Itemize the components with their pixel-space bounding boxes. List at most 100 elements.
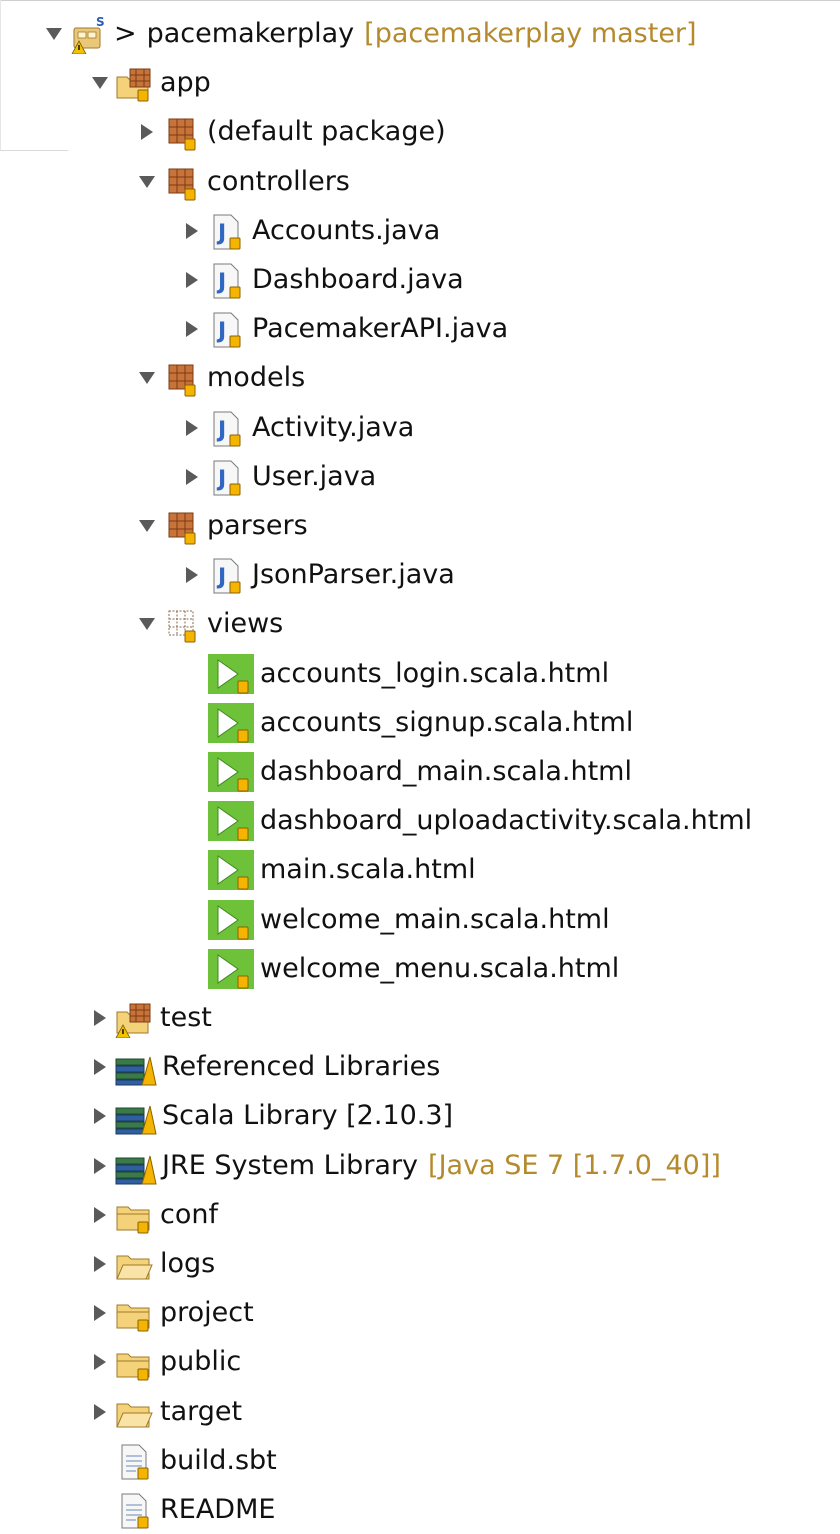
chevron-down-icon[interactable] [133, 157, 161, 206]
folder-icon [114, 1195, 154, 1235]
tree-row-template-file[interactable]: welcome_main.scala.html [180, 895, 610, 944]
tree-row-java-file[interactable]: J User.java [178, 452, 376, 501]
scala-template-icon [208, 800, 254, 841]
chevron-right-icon[interactable] [86, 1288, 114, 1337]
library-icon [114, 1146, 158, 1186]
tree-label: conf [160, 1199, 218, 1230]
tree-row-java-file[interactable]: J PacemakerAPI.java [178, 304, 508, 353]
tree-label: accounts_login.scala.html [260, 658, 610, 689]
source-folder-icon [114, 998, 154, 1038]
chevron-right-icon[interactable] [86, 1337, 114, 1386]
chevron-down-icon[interactable] [133, 353, 161, 402]
tree-label: parsers [207, 510, 308, 541]
svg-text:J: J [216, 221, 226, 246]
chevron-right-icon[interactable] [178, 550, 206, 599]
svg-text:J: J [216, 565, 226, 590]
scala-project-icon: S [68, 14, 108, 54]
chevron-right-icon[interactable] [86, 993, 114, 1042]
tree-row-java-file[interactable]: J Accounts.java [178, 206, 440, 255]
tree-row-project[interactable]: S > pacemakerplay [pacemakerplay master] [40, 9, 697, 58]
text-file-icon [114, 1490, 154, 1530]
tree-label: logs [160, 1248, 216, 1279]
tree-label: Activity.java [252, 412, 415, 443]
tree-label: views [207, 608, 284, 639]
tree-label: app [160, 67, 211, 98]
open-folder-icon [114, 1244, 154, 1284]
tree-row-file[interactable]: build.sbt [86, 1436, 277, 1485]
chevron-right-icon[interactable] [133, 107, 161, 156]
tree-label: project [160, 1297, 254, 1328]
tree-row-java-file[interactable]: J Dashboard.java [178, 255, 464, 304]
tree-row-template-file[interactable]: main.scala.html [180, 845, 476, 894]
tree-label: target [160, 1396, 243, 1427]
tree-label: Accounts.java [252, 215, 441, 246]
java-file-icon: J [206, 457, 246, 497]
tree-row-folder[interactable]: target [86, 1387, 242, 1436]
chevron-right-icon[interactable] [178, 403, 206, 452]
chevron-right-icon[interactable] [178, 255, 206, 304]
tree-row-controllers[interactable]: controllers [133, 157, 350, 206]
tree-label: User.java [252, 461, 377, 492]
chevron-right-icon[interactable] [178, 304, 206, 353]
tree-row-folder[interactable]: conf [86, 1190, 218, 1239]
chevron-down-icon[interactable] [86, 58, 114, 107]
chevron-right-icon[interactable] [86, 1141, 114, 1190]
tree-label: Dashboard.java [252, 264, 464, 295]
tree-row-template-file[interactable]: dashboard_main.scala.html [180, 747, 632, 796]
tree-label: test [160, 1002, 212, 1033]
tree-label: PacemakerAPI.java [252, 313, 509, 344]
svg-text:J: J [216, 418, 226, 443]
tree-label: welcome_main.scala.html [260, 904, 610, 935]
tree-row-template-file[interactable]: welcome_menu.scala.html [180, 944, 619, 993]
tree-row-java-file[interactable]: J JsonParser.java [178, 550, 455, 599]
chevron-right-icon[interactable] [86, 1239, 114, 1288]
tree-row-folder[interactable]: public [86, 1337, 241, 1386]
tree-label: welcome_menu.scala.html [260, 953, 620, 984]
svg-text:S: S [96, 15, 105, 29]
project-prefix: > [114, 18, 137, 49]
tree-row-views[interactable]: views [133, 599, 283, 648]
tree-row-folder[interactable]: logs [86, 1239, 215, 1288]
package-icon [161, 112, 201, 152]
chevron-right-icon[interactable] [86, 1091, 114, 1140]
tree-label: Scala Library [2.10.3] [162, 1100, 454, 1131]
scala-template-icon [208, 653, 254, 694]
tree-row-test[interactable]: test [86, 993, 212, 1042]
tree-row-jre[interactable]: JRE System Library [Java SE 7 [1.7.0_40]] [86, 1141, 721, 1190]
chevron-down-icon[interactable] [40, 9, 68, 58]
tree-row-models[interactable]: models [133, 353, 305, 402]
chevron-right-icon[interactable] [86, 1042, 114, 1091]
chevron-right-icon[interactable] [178, 206, 206, 255]
tree-label: (default package) [207, 116, 446, 147]
chevron-down-icon[interactable] [133, 599, 161, 648]
tree-row-scala-library[interactable]: Scala Library [2.10.3] [86, 1091, 453, 1140]
chevron-right-icon[interactable] [178, 452, 206, 501]
tree-label: accounts_signup.scala.html [260, 707, 634, 738]
tree-label: build.sbt [160, 1445, 277, 1476]
chevron-right-icon[interactable] [86, 1190, 114, 1239]
chevron-right-icon[interactable] [86, 1387, 114, 1436]
folder-icon [114, 1342, 154, 1382]
package-icon [161, 162, 201, 202]
tree-row-template-file[interactable]: accounts_login.scala.html [180, 649, 609, 698]
tree-row-app[interactable]: app [86, 58, 211, 107]
tree-row-parsers[interactable]: parsers [133, 501, 308, 550]
scala-template-icon [208, 899, 254, 940]
chevron-down-icon[interactable] [133, 501, 161, 550]
package-explorer-tree: S > pacemakerplay [pacemakerplay master]… [0, 0, 840, 1530]
tree-row-template-file[interactable]: accounts_signup.scala.html [180, 698, 633, 747]
tree-row-java-file[interactable]: J Activity.java [178, 403, 414, 452]
tree-row-referenced-libraries[interactable]: Referenced Libraries [86, 1042, 440, 1091]
tree-label: JRE System Library [162, 1150, 419, 1181]
project-name: pacemakerplay [146, 18, 355, 49]
tree-row-template-file[interactable]: dashboard_uploadactivity.scala.html [180, 796, 752, 845]
library-icon [114, 1047, 158, 1087]
open-folder-icon [114, 1392, 154, 1432]
svg-text:J: J [216, 270, 226, 295]
tree-row-folder[interactable]: project [86, 1288, 254, 1337]
tree-label: public [160, 1346, 242, 1377]
tree-row-default-package[interactable]: (default package) [133, 107, 446, 156]
